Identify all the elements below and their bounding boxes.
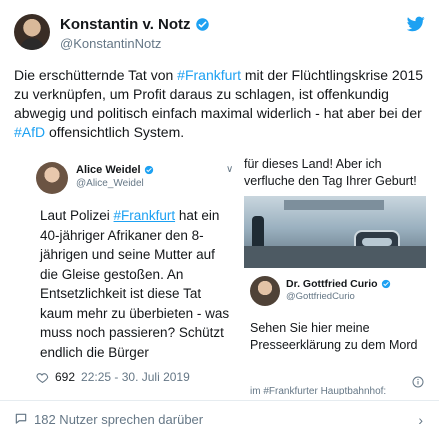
hashtag-link: #Frankfurt bbox=[113, 208, 176, 223]
tweet-card: Konstantin v. Notz @KonstantinNotz Die e… bbox=[0, 0, 439, 435]
embedded-screenshot[interactable]: Alice Weidel @Alice_Weidel ∨ Laut Polize… bbox=[14, 152, 426, 395]
tweet-text-part: offensichtlich System. bbox=[45, 124, 185, 140]
replies-label[interactable]: 182 Nutzer sprechen darüber bbox=[34, 412, 203, 427]
chevron-down-icon: ∨ bbox=[226, 164, 234, 175]
author-name[interactable]: Konstantin v. Notz bbox=[60, 16, 191, 33]
quoted-tweet-text-cut: im #Frankfurter Hauptbahnhof: bbox=[250, 386, 387, 395]
author-handle[interactable]: @KonstantinNotz bbox=[60, 36, 210, 51]
photo-person bbox=[252, 216, 264, 250]
tweet-text: Die erschütternde Tat von #Frankfurt mit… bbox=[14, 66, 424, 142]
quoted-author-name-row: Dr. Gottfried Curio bbox=[286, 278, 391, 290]
quoted-tweet-text: Laut Polizei #Frankfurt hat ein 40-jähri… bbox=[40, 206, 236, 362]
tweet-text-part: Die erschütternde Tat von bbox=[14, 67, 178, 83]
heart-icon bbox=[36, 372, 49, 383]
verified-badge-icon bbox=[381, 279, 390, 289]
hashtag-link[interactable]: #AfD bbox=[14, 124, 45, 140]
like-count: 692 bbox=[55, 370, 76, 384]
quoted-author-handle: @Alice_Weidel bbox=[76, 178, 144, 189]
verified-badge-icon bbox=[195, 18, 209, 31]
quoted-author-handle: @GottfriedCurio bbox=[286, 291, 355, 302]
quoted-tweet-text: Sehen Sie hier meine Presseerklärung zu … bbox=[250, 321, 418, 352]
quoted-author-name-row: Alice Weidel bbox=[76, 164, 154, 176]
quoted-author-name: Dr. Gottfried Curio bbox=[286, 278, 378, 290]
hashtag-link[interactable]: #Frankfurt bbox=[177, 67, 241, 83]
author-block[interactable]: Konstantin v. Notz @KonstantinNotz bbox=[60, 16, 210, 51]
quoted-timestamp: 22:25 - 30. Juli 2019 bbox=[81, 370, 190, 384]
quoted-author-avatar bbox=[250, 276, 280, 306]
info-icon[interactable] bbox=[412, 376, 424, 388]
tweet-header: Konstantin v. Notz @KonstantinNotz bbox=[14, 12, 429, 58]
quoted-text-part: hat ein 40-jähriger Afrikaner den 8-jähr… bbox=[40, 208, 230, 360]
quoted-author-name: Alice Weidel bbox=[76, 164, 141, 176]
verified-badge-icon bbox=[144, 165, 153, 175]
quoted-tweet-left: Alice Weidel @Alice_Weidel ∨ Laut Polize… bbox=[24, 152, 236, 395]
quoted-author-avatar bbox=[36, 162, 68, 194]
footer-divider bbox=[0, 400, 439, 401]
author-avatar[interactable] bbox=[14, 14, 50, 50]
photo-roof bbox=[284, 200, 384, 210]
quoted-text-part: Laut Polizei bbox=[40, 208, 114, 223]
quoted-tweet-meta: 692 22:25 - 30. Juli 2019 bbox=[36, 370, 190, 384]
chevron-right-icon[interactable]: › bbox=[418, 412, 423, 428]
twitter-bird-icon[interactable] bbox=[407, 16, 425, 32]
station-photo bbox=[244, 196, 426, 268]
reply-bubble-icon bbox=[15, 413, 27, 424]
photo-platform bbox=[244, 246, 426, 268]
quoted-tweet-right: für dieses Land! Aber ich verfluche den … bbox=[244, 152, 426, 395]
author-name-row[interactable]: Konstantin v. Notz bbox=[60, 16, 210, 33]
quoted-reply-text: für dieses Land! Aber ich verfluche den … bbox=[244, 157, 417, 188]
conversation-footer[interactable]: 182 Nutzer sprechen darüber › bbox=[14, 410, 429, 428]
